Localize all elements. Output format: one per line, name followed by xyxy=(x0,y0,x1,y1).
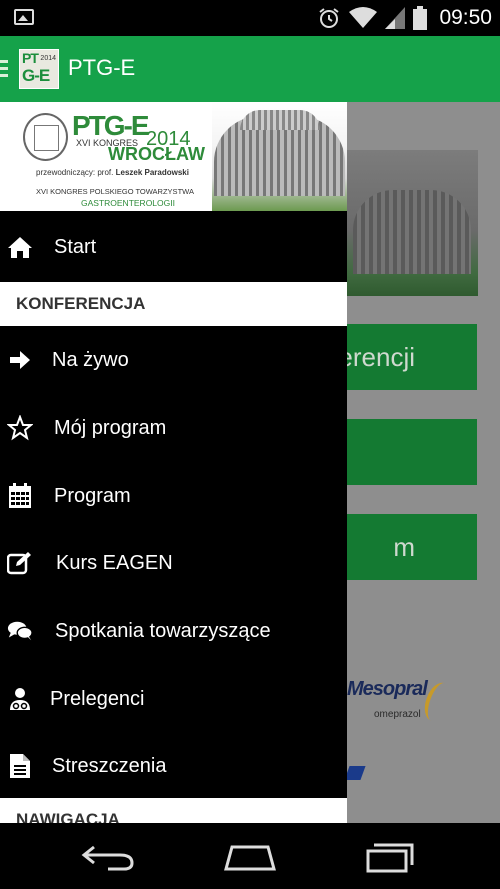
congress-photo xyxy=(347,150,478,296)
sponsor-logo-mesopral[interactable]: Mesopral xyxy=(347,678,428,701)
drawer-item-kurs-eagen[interactable]: Kurs EAGEN xyxy=(0,529,347,597)
logo-text-bottom: G-E xyxy=(22,66,50,85)
status-bar: 09:50 xyxy=(0,0,500,36)
home-nav-icon[interactable] xyxy=(220,835,280,875)
back-icon[interactable] xyxy=(80,835,140,875)
drawer-item-label: Streszczenia xyxy=(52,754,167,777)
document-icon xyxy=(7,753,33,779)
drawer-item-moj-program[interactable]: Mój program xyxy=(0,394,347,462)
drawer-item-prelegenci[interactable]: Prelegenci xyxy=(0,665,347,733)
logo-text-top: PT xyxy=(22,50,39,66)
sponsor-subtitle: omeprazol xyxy=(374,709,421,720)
image-icon xyxy=(14,9,34,25)
menu-button-2[interactable] xyxy=(347,419,477,485)
arrow-right-icon xyxy=(7,347,33,373)
status-time: 09:50 xyxy=(439,6,492,29)
drawer-item-program[interactable]: Program xyxy=(0,462,347,530)
home-icon xyxy=(7,234,33,260)
drawer-item-label: Start xyxy=(54,235,97,258)
recent-apps-icon[interactable] xyxy=(360,835,420,875)
society-seal xyxy=(23,113,68,161)
menu-icon[interactable] xyxy=(0,60,8,78)
drawer-item-label: Mój program xyxy=(54,416,167,439)
section-header-konferencja: KONFERENCJA xyxy=(0,282,347,326)
battery-icon xyxy=(413,6,428,30)
edit-icon xyxy=(7,550,33,576)
drawer-item-spotkania[interactable]: Spotkania towarzyszące xyxy=(0,597,347,665)
drawer-item-label: Prelegenci xyxy=(50,687,145,710)
drawer-item-label: Program xyxy=(54,484,131,507)
chat-icon xyxy=(7,618,33,644)
app-bar: PT 2014 G-E PTG-E xyxy=(0,36,500,102)
drawer-item-start[interactable]: Start xyxy=(0,213,347,281)
wifi-icon xyxy=(349,7,378,28)
sponsor-logo-2[interactable] xyxy=(344,766,366,780)
drawer-item-label: Kurs EAGEN xyxy=(56,551,173,574)
logo-year: 2014 xyxy=(40,55,56,62)
status-icons: 09:50 xyxy=(317,4,492,32)
user-doctor-icon xyxy=(7,686,33,712)
app-title: PTG-E xyxy=(68,55,136,80)
conference-button[interactable]: erencji xyxy=(347,324,477,390)
drawer-item-na-zywo[interactable]: Na żywo xyxy=(0,326,347,394)
section-header-nawigacja: NAWIGACJA xyxy=(0,798,347,823)
drawer-item-label: Spotkania towarzyszące xyxy=(55,619,271,642)
banner-society: XVI KONGRES POLSKIEGO TOWARZYSTWA xyxy=(36,187,194,196)
program-button[interactable]: m xyxy=(347,514,477,580)
calendar-icon xyxy=(7,483,33,509)
app-logo[interactable]: PT 2014 G-E xyxy=(19,49,59,89)
banner-society-2: GASTROENTEROLOGII xyxy=(81,198,175,208)
banner-photo xyxy=(212,102,347,211)
banner-chair: przewodniczący: prof. Leszek Paradowski xyxy=(36,168,189,177)
banner-city: WROCŁAW xyxy=(108,144,205,164)
drawer-item-streszczenia[interactable]: Streszczenia xyxy=(0,732,347,800)
star-icon xyxy=(7,415,33,441)
navigation-drawer: PTG-E 2014 XVI KONGRES WROCŁAW przewodni… xyxy=(0,102,347,823)
system-nav-bar xyxy=(0,823,500,889)
signal-icon xyxy=(385,7,406,29)
alarm-icon xyxy=(319,8,340,28)
drawer-item-label: Na żywo xyxy=(52,348,129,371)
congress-banner: PTG-E 2014 XVI KONGRES WROCŁAW przewodni… xyxy=(0,102,347,211)
